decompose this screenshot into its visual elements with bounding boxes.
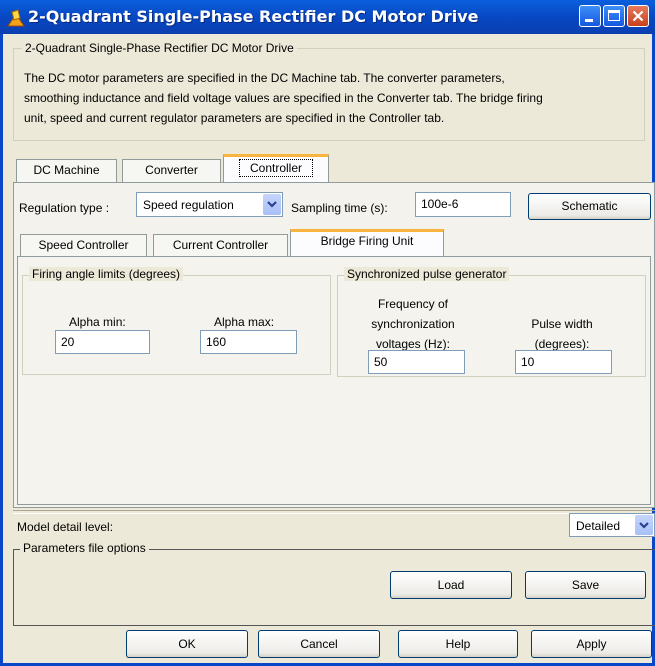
pulse-width-input[interactable]: 10 xyxy=(515,350,612,374)
regulation-type-value: Speed regulation xyxy=(143,198,234,212)
save-button[interactable]: Save xyxy=(525,571,646,599)
maximize-button[interactable] xyxy=(603,5,625,27)
chevron-down-icon xyxy=(639,522,649,529)
tab-speed-controller[interactable]: Speed Controller xyxy=(20,234,147,256)
tab-controller-label: Controller xyxy=(238,159,314,177)
splitter[interactable] xyxy=(13,510,655,514)
description-line: smoothing inductance and field voltage v… xyxy=(24,91,543,105)
regulation-type-select[interactable]: Speed regulation xyxy=(136,192,283,217)
chevron-down-icon xyxy=(267,201,277,208)
schematic-button[interactable]: Schematic xyxy=(528,193,651,220)
apply-button[interactable]: Apply xyxy=(531,630,652,658)
sampling-time-input[interactable]: 100e-6 xyxy=(415,192,511,217)
frequency-label: Frequency of synchronization voltages (H… xyxy=(343,294,483,354)
window-title: 2-Quadrant Single-Phase Rectifier DC Mot… xyxy=(28,7,479,26)
model-detail-select[interactable]: Detailed xyxy=(569,513,655,537)
load-button[interactable]: Load xyxy=(390,571,512,599)
minimize-button[interactable] xyxy=(579,5,601,27)
sync-pulse-title: Synchronized pulse generator xyxy=(344,267,510,281)
tab-current-controller[interactable]: Current Controller xyxy=(153,234,288,256)
dropdown-button[interactable] xyxy=(263,194,281,215)
regulation-type-label: Regulation type : xyxy=(19,201,110,215)
tab-converter[interactable]: Converter xyxy=(122,159,221,182)
tab-controller[interactable]: Controller xyxy=(223,154,329,183)
firing-limits-title: Firing angle limits (degrees) xyxy=(29,267,184,281)
model-detail-value: Detailed xyxy=(576,519,621,533)
close-button[interactable] xyxy=(627,5,649,27)
sampling-time-label: Sampling time (s): xyxy=(291,201,388,215)
description-line: The DC motor parameters are specified in… xyxy=(24,71,505,85)
alpha-max-label: Alpha max: xyxy=(214,315,275,329)
tab-dc-machine[interactable]: DC Machine xyxy=(16,159,117,182)
frequency-label-line: synchronization xyxy=(371,317,455,331)
alpha-max-input[interactable]: 160 xyxy=(200,330,297,354)
frequency-label-line: Frequency of xyxy=(377,297,449,311)
minimize-icon xyxy=(585,19,593,22)
pulse-width-label: Pulse width (degrees): xyxy=(507,314,617,354)
app-icon xyxy=(7,9,25,27)
description-line: unit, speed and current regulator parame… xyxy=(24,111,445,125)
close-icon xyxy=(632,10,644,22)
pulse-width-label-line: Pulse width xyxy=(531,317,593,331)
frequency-input[interactable]: 50 xyxy=(368,350,465,374)
tab-bridge-firing-unit[interactable]: Bridge Firing Unit xyxy=(290,229,444,257)
model-detail-label: Model detail level: xyxy=(17,520,114,534)
maximize-icon xyxy=(608,10,620,21)
description-group-title: 2-Quadrant Single-Phase Rectifier DC Mot… xyxy=(22,41,297,55)
params-file-title: Parameters file options xyxy=(20,541,149,555)
cancel-button[interactable]: Cancel xyxy=(258,630,380,658)
help-button[interactable]: Help xyxy=(398,630,518,658)
ok-button[interactable]: OK xyxy=(126,630,248,658)
alpha-min-input[interactable]: 20 xyxy=(55,330,150,354)
dropdown-button[interactable] xyxy=(635,515,653,535)
alpha-min-label: Alpha min: xyxy=(69,315,126,329)
